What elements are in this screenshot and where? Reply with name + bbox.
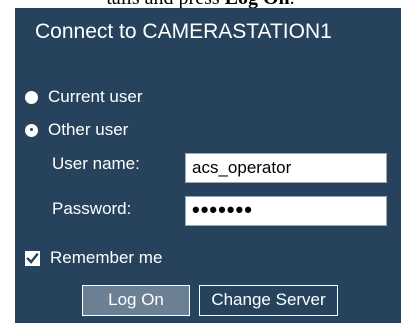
username-label: User name:	[52, 154, 140, 173]
current-user-label: Current user	[48, 87, 143, 106]
other-user-radio[interactable]: Other user	[25, 119, 128, 141]
current-user-radio[interactable]: Current user	[25, 86, 142, 108]
dialog-title: Connect to CAMERASTATION1	[35, 20, 332, 43]
remember-me-label: Remember me	[50, 248, 163, 267]
password-input[interactable]: •••••••	[185, 196, 387, 226]
username-input[interactable]	[185, 153, 387, 183]
log-on-button[interactable]: Log On	[82, 285, 190, 316]
radio-selected-icon	[25, 123, 38, 137]
change-server-button[interactable]: Change Server	[199, 285, 338, 316]
remember-me-checkbox[interactable]: Remember me	[25, 247, 162, 269]
radio-unselected-icon	[25, 90, 38, 104]
password-label: Password:	[52, 199, 132, 218]
login-dialog: Connect to CAMERASTATION1 Current user O…	[15, 8, 401, 323]
page-caption: tails and press Log On.	[0, 0, 401, 8]
checkbox-checked-icon	[25, 250, 40, 266]
other-user-label: Other user	[48, 120, 129, 139]
